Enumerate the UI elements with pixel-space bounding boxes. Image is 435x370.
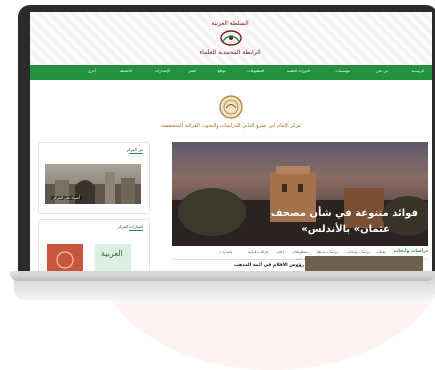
photo-caption: أضواء على المركز <box>51 196 83 200</box>
main-nav: الرئيسية من نحن مؤسسات الدورات العلمية ا… <box>30 65 432 80</box>
book-title: العربية <box>101 249 123 258</box>
center-logo-icon <box>219 95 243 119</box>
nav-contact[interactable]: اتصل <box>188 69 196 73</box>
site-name: الرابطة المحمدية للعلماء <box>199 49 261 56</box>
nav-courses[interactable]: الدورات العلمية <box>287 69 310 73</box>
site-header: السلطة العربية الرابطة المحمدية للعلماء <box>30 12 432 64</box>
nav-activities[interactable]: الأنشطة <box>120 69 132 73</box>
tab-studies-active[interactable]: دراسات وأبحاث <box>394 249 428 254</box>
screen-footer <box>18 271 435 276</box>
box-title: من المركز <box>126 147 143 152</box>
book-cover[interactable] <box>47 244 83 271</box>
tab-articles[interactable]: مقالات <box>376 250 386 254</box>
nav-releases[interactable]: الإصدارات <box>155 69 170 73</box>
tab-manuscripts[interactable]: مخطوطات <box>292 250 308 254</box>
nav-about[interactable]: من نحن <box>376 69 388 73</box>
emblem-icon <box>220 30 242 46</box>
sidebar-box-center: من المركز أضواء على المركز <box>38 142 150 214</box>
center-name: مركز الإمام أبي عمرو الداني للدراسات وال… <box>161 123 301 129</box>
sidebar-box-publications: إصدارات المركز العربية <box>38 219 150 271</box>
tab-releases[interactable]: إصدارات <box>219 250 232 254</box>
box-underline <box>129 230 143 231</box>
box-title: إصدارات المركز <box>117 224 143 229</box>
laptop-shadow <box>14 278 435 300</box>
book-pattern <box>56 251 74 269</box>
box-underline <box>129 153 143 154</box>
slider-title-line1[interactable]: فوائد متنوعة في شأن مصحف <box>271 208 418 219</box>
article-title[interactable]: رؤوس الأقلام في أئمة المذهب <box>180 263 304 268</box>
featured-slider[interactable]: فوائد متنوعة في شأن مصحف «عثمان» بالأندل… <box>172 142 428 246</box>
tab-readings[interactable]: قراءات قرآنية <box>248 250 268 254</box>
article-meta: د. أحمد <box>295 257 305 261</box>
nav-sites[interactable]: مواقع <box>218 69 226 73</box>
nav-institutions[interactable]: مؤسسات <box>336 69 350 73</box>
tab-studies[interactable]: دراسات وأبحاث <box>347 250 370 254</box>
website-screen: السلطة العربية الرابطة المحمدية للعلماء … <box>30 12 432 271</box>
slider-title-line2[interactable]: «عثمان» بالأندلس <box>301 224 390 235</box>
org-name: السلطة العربية <box>211 20 249 27</box>
tab-prev-studies[interactable]: دراسات سابقة <box>317 250 338 254</box>
nav-home[interactable]: الرئيسية <box>412 69 424 73</box>
article-thumbnail[interactable] <box>305 256 423 271</box>
tab-figures[interactable]: أعلام <box>277 250 284 254</box>
nav-publications[interactable]: المطبوعات <box>247 69 264 73</box>
nav-more[interactable]: آخرى <box>88 69 96 73</box>
book-cover[interactable]: العربية <box>95 244 131 271</box>
